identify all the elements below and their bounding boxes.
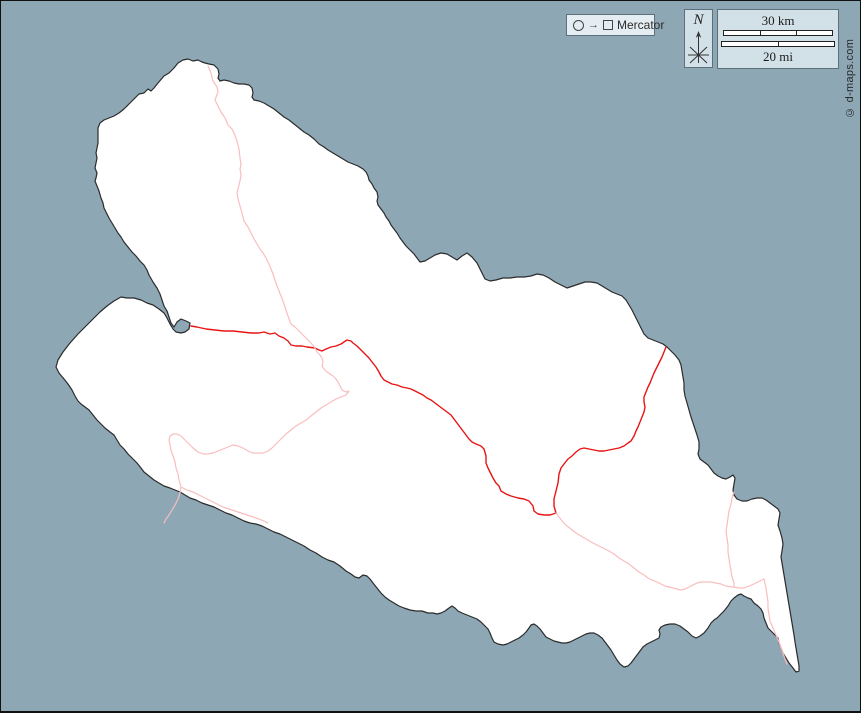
map-svg [1, 1, 861, 713]
projection-badge: → Mercator [566, 14, 655, 36]
copyright-credit: © d-maps.com [841, 6, 859, 118]
north-indicator: N [684, 9, 713, 68]
scale-mi-label: 20 mi [763, 50, 793, 63]
compass-rose-icon [686, 29, 711, 65]
north-label: N [693, 13, 703, 28]
scale-km-label: 30 km [762, 14, 795, 27]
square-icon [603, 20, 613, 30]
scale-km-bar [723, 30, 833, 36]
circle-icon [573, 20, 584, 31]
projection-label: Mercator [617, 18, 664, 32]
arrow-right-icon: → [588, 20, 599, 31]
map-canvas: → Mercator N 30 km 20 mi © d-maps.com [0, 0, 861, 713]
island-outline [56, 59, 799, 672]
scale-mi-bar [721, 41, 835, 47]
scale-bar: 30 km 20 mi [717, 9, 839, 69]
